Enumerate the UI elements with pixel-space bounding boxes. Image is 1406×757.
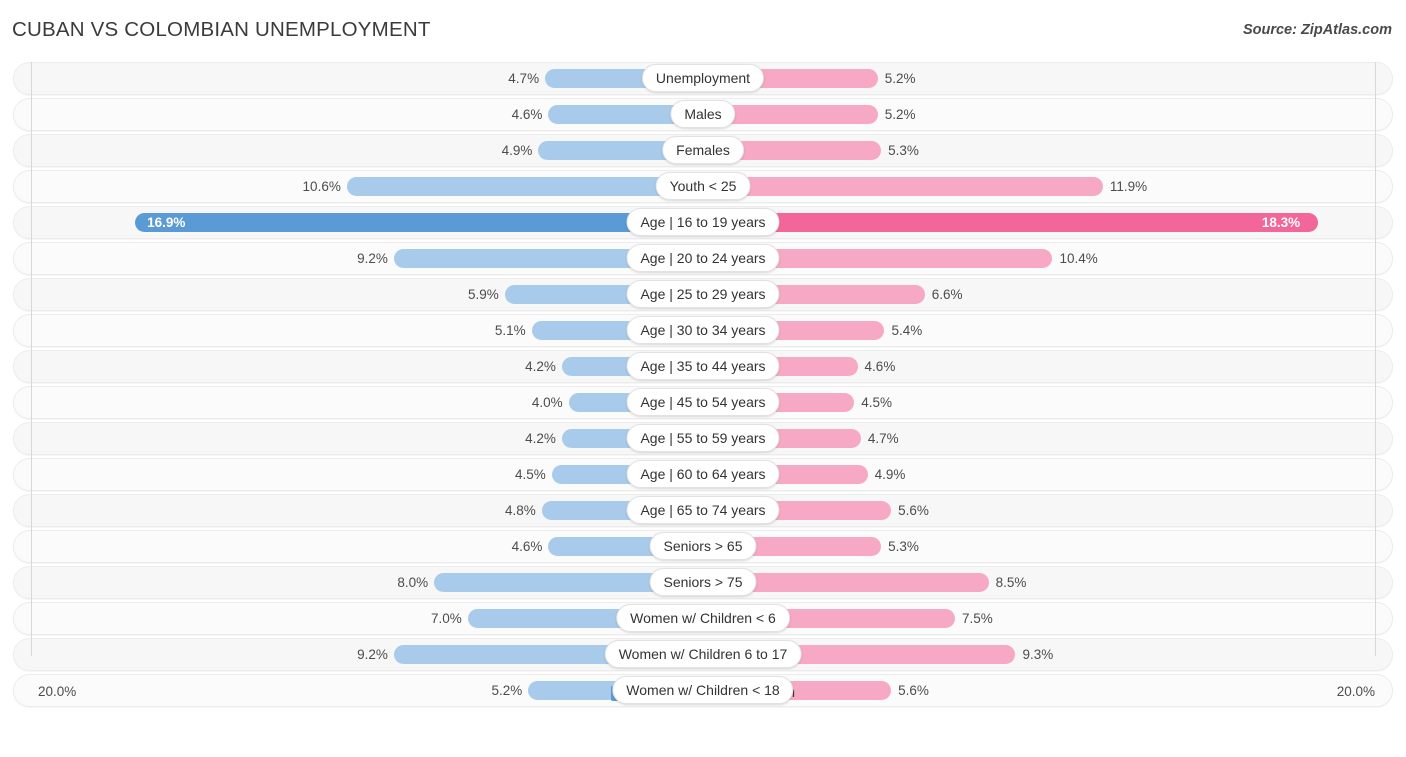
- chart-row: 5.9% 6.6% Age | 25 to 29 years: [0, 278, 1406, 312]
- value-label-colombian: 4.9%: [874, 467, 906, 483]
- scale-label-right: 20.0%: [1336, 684, 1375, 699]
- value-label-cuban: 4.6%: [511, 539, 543, 555]
- value-label-cuban: 4.2%: [525, 359, 556, 375]
- chart-row: 16.9% 18.3% Age | 16 to 19 years: [0, 206, 1406, 240]
- value-label-cuban: 9.2%: [357, 251, 388, 267]
- row-category-label[interactable]: Age | 25 to 29 years: [626, 280, 780, 309]
- row-category-label[interactable]: Women w/ Children < 18: [612, 676, 794, 705]
- value-label-colombian: 6.6%: [931, 287, 963, 303]
- value-label-cuban: 4.2%: [525, 431, 556, 447]
- value-label-colombian: 8.5%: [995, 575, 1027, 591]
- value-label-colombian: 18.3%: [1261, 215, 1301, 231]
- chart-row: 4.5% 4.9% Age | 60 to 64 years: [0, 458, 1406, 492]
- value-label-colombian: 5.3%: [888, 539, 919, 555]
- value-label-cuban: 4.5%: [515, 467, 546, 483]
- value-label-cuban: 4.8%: [504, 503, 536, 519]
- value-label-colombian: 5.6%: [898, 503, 929, 519]
- row-category-label[interactable]: Females: [662, 136, 744, 165]
- chart-row: 4.6% 5.3% Seniors > 65: [0, 530, 1406, 564]
- value-label-colombian: 7.5%: [962, 611, 993, 627]
- chart-plot-area: 4.7% 5.2% Unemployment 4.6% 5.2% Males 4.9% 5.3…: [0, 62, 1406, 717]
- value-label-colombian: 11.9%: [1109, 179, 1148, 195]
- value-label-colombian: 5.3%: [888, 143, 919, 159]
- value-label-colombian: 10.4%: [1059, 251, 1098, 267]
- row-category-label[interactable]: Age | 35 to 44 years: [626, 352, 780, 381]
- value-label-colombian: 4.5%: [861, 395, 892, 411]
- chart-row: 9.2% 10.4% Age | 20 to 24 years: [0, 242, 1406, 276]
- bar-cuban[interactable]: [135, 213, 703, 233]
- chart-row: 5.2% 5.6% Women w/ Children < 18: [0, 674, 1406, 708]
- row-category-label[interactable]: Women w/ Children < 6: [616, 604, 790, 633]
- value-label-cuban: 16.9%: [147, 215, 186, 231]
- chart-row: 5.1% 5.4% Age | 30 to 34 years: [0, 314, 1406, 348]
- row-category-label[interactable]: Age | 20 to 24 years: [626, 244, 780, 273]
- chart-row: 4.2% 4.6% Age | 35 to 44 years: [0, 350, 1406, 384]
- chart-row: 4.6% 5.2% Males: [0, 98, 1406, 132]
- row-category-label[interactable]: Seniors > 65: [649, 532, 757, 561]
- value-label-colombian: 5.2%: [884, 107, 916, 123]
- value-label-cuban: 4.9%: [501, 143, 533, 159]
- value-label-cuban: 4.0%: [531, 395, 563, 411]
- value-label-cuban: 7.0%: [431, 611, 462, 627]
- chart-row: 10.6% 11.9% Youth < 25: [0, 170, 1406, 204]
- row-category-label[interactable]: Age | 55 to 59 years: [626, 424, 780, 453]
- axis-line-left: [31, 62, 32, 656]
- value-label-cuban: 5.2%: [491, 683, 523, 699]
- value-label-cuban: 4.6%: [511, 107, 543, 123]
- scale-label-left: 20.0%: [38, 684, 77, 699]
- chart-row: 4.7% 5.2% Unemployment: [0, 62, 1406, 95]
- value-label-cuban: 4.7%: [508, 71, 540, 86]
- value-label-colombian: 5.2%: [884, 71, 916, 86]
- source-label: Source: ZipAtlas.com: [1242, 22, 1392, 38]
- row-category-label[interactable]: Age | 60 to 64 years: [626, 460, 780, 489]
- chart-page: CUBAN VS COLOMBIAN UNEMPLOYMENT Source: …: [0, 0, 1406, 757]
- page-title: CUBAN VS COLOMBIAN UNEMPLOYMENT: [12, 18, 431, 41]
- bar-cuban[interactable]: [346, 177, 703, 197]
- row-category-label[interactable]: Women w/ Children 6 to 17: [604, 640, 802, 669]
- value-label-cuban: 5.9%: [467, 287, 499, 303]
- chart-row: 9.2% 9.3% Women w/ Children 6 to 17: [0, 638, 1406, 672]
- axis-line-right: [1375, 62, 1376, 656]
- chart-row: 7.0% 7.5% Women w/ Children < 6: [0, 602, 1406, 636]
- row-category-label[interactable]: Age | 30 to 34 years: [626, 316, 780, 345]
- row-category-label[interactable]: Unemployment: [641, 64, 765, 92]
- value-label-cuban: 8.0%: [397, 575, 429, 591]
- chart-row: 8.0% 8.5% Seniors > 75: [0, 566, 1406, 600]
- chart-row: 4.9% 5.3% Females: [0, 134, 1406, 168]
- row-category-label[interactable]: Youth < 25: [655, 172, 751, 201]
- value-label-colombian: 5.4%: [891, 323, 923, 339]
- row-category-label[interactable]: Age | 16 to 19 years: [626, 208, 780, 237]
- row-category-label[interactable]: Age | 65 to 74 years: [626, 496, 780, 525]
- chart-row: 4.0% 4.5% Age | 45 to 54 years: [0, 386, 1406, 420]
- row-category-label[interactable]: Age | 45 to 54 years: [626, 388, 780, 417]
- value-label-colombian: 5.6%: [898, 683, 929, 699]
- value-label-cuban: 10.6%: [302, 179, 341, 195]
- bar-colombian[interactable]: [703, 177, 1103, 197]
- chart-row: 4.2% 4.7% Age | 55 to 59 years: [0, 422, 1406, 456]
- chart-row: 4.8% 5.6% Age | 65 to 74 years: [0, 494, 1406, 528]
- bar-colombian[interactable]: [703, 213, 1318, 233]
- row-category-label[interactable]: Seniors > 75: [649, 568, 757, 597]
- row-category-label[interactable]: Males: [670, 100, 736, 129]
- chart-rows: 4.7% 5.2% Unemployment 4.6% 5.2% Males 4.9% 5.3…: [0, 62, 1406, 708]
- value-label-colombian: 4.6%: [864, 359, 896, 375]
- value-label-cuban: 5.1%: [494, 323, 526, 339]
- value-label-colombian: 9.3%: [1022, 647, 1054, 663]
- value-label-cuban: 9.2%: [357, 647, 388, 663]
- value-label-colombian: 4.7%: [867, 431, 899, 447]
